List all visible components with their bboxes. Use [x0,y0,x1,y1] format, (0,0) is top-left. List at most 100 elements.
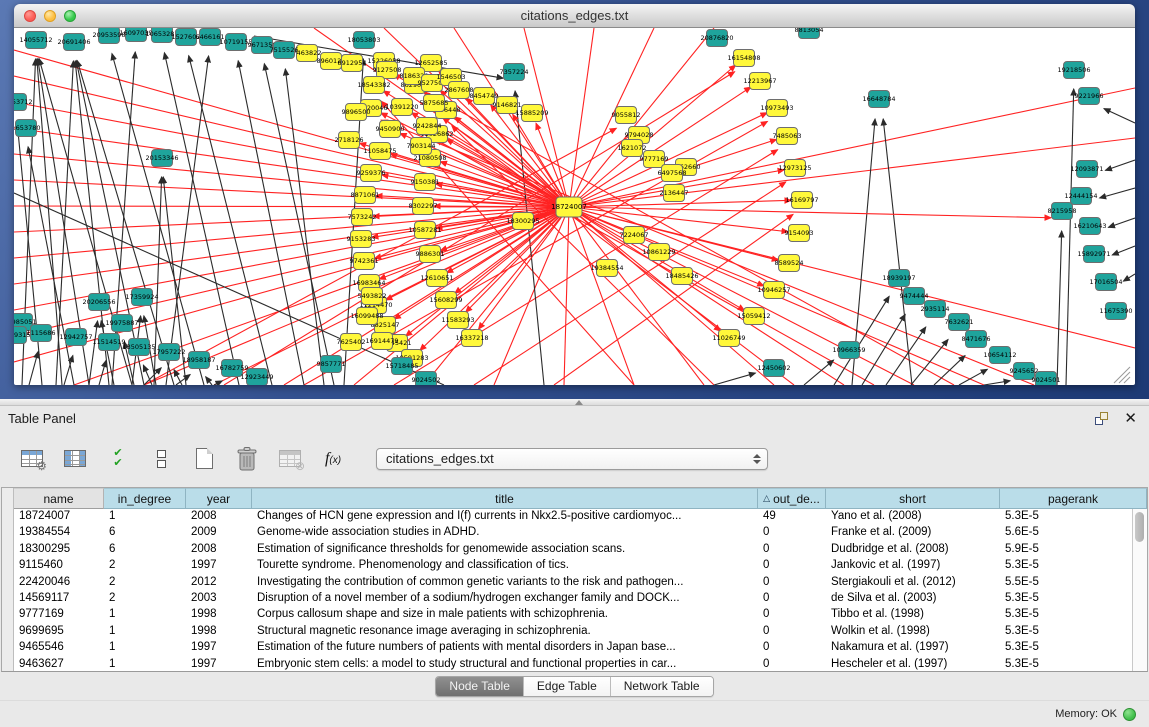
graph-node[interactable]: 12213967 [743,73,776,90]
graph-edge[interactable] [959,369,987,385]
graph-edge[interactable] [1066,89,1074,385]
graph-node[interactable]: 16648784 [862,91,895,108]
graph-edge[interactable] [436,139,874,385]
graph-edge[interactable] [99,361,106,385]
graph-node[interactable]: 16210643 [1073,218,1106,235]
column-header-in_degree[interactable]: in_degree [104,488,186,509]
tab-node-table[interactable]: Node Table [436,677,523,696]
graph-edge[interactable] [984,381,1010,385]
graph-node[interactable]: 1621072 [618,140,647,157]
graph-node[interactable]: 9055812 [612,107,641,124]
network-window-titlebar[interactable]: citations_edges.txt [14,4,1135,28]
splitter-handle-icon[interactable] [575,400,583,405]
graph-edge[interactable] [569,138,1135,207]
graph-node[interactable]: 15892971 [1077,246,1110,263]
delete-table-button[interactable]: ⊗ [276,445,304,473]
graph-node[interactable]: 9259376 [357,165,386,182]
column-header-pagerank[interactable]: pagerank [1000,488,1147,509]
graph-node[interactable]: 9450900 [376,121,405,138]
resize-grip-icon[interactable] [1124,377,1130,383]
graph-node[interactable]: 18485426 [665,268,698,285]
graph-node[interactable]: 2136447 [660,185,689,202]
graph-node[interactable]: 15059412 [737,308,770,325]
graph-node[interactable]: 1115686 [27,325,56,342]
graph-edge[interactable] [17,121,42,385]
graph-node[interactable]: 18939197 [882,270,915,287]
scrollbar-thumb[interactable] [1135,512,1144,542]
graph-node[interactable]: 18958187 [182,352,215,369]
graph-edge[interactable] [214,381,222,385]
graph-node[interactable]: 7515526 [270,42,299,59]
graph-edge[interactable] [1123,274,1135,281]
graph-edge[interactable] [1112,246,1135,255]
close-panel-icon[interactable]: ✕ [1124,411,1137,426]
graph-edge[interactable] [804,360,834,385]
show-columns-button[interactable] [61,445,89,473]
graph-node[interactable]: 8589524 [775,255,804,272]
graph-node[interactable]: 19218506 [1057,62,1090,79]
graph-node[interactable]: 6497568 [658,165,687,182]
graph-edge[interactable] [264,64,334,385]
graph-node[interactable]: 7573242 [348,209,377,226]
network-canvas[interactable]: 1265258586290231039122094509001105847592… [14,28,1135,385]
table-row[interactable]: 2242004622012Investigating the contribut… [2,575,1147,591]
table-row[interactable]: 977716911998Corpus callosum shape and si… [2,607,1147,623]
graph-node[interactable]: 9896500 [342,104,371,121]
graph-edge[interactable] [14,207,569,258]
graph-node[interactable]: 9150381 [411,174,440,191]
table-row[interactable]: 1456911722003Disruption of a novel membe… [2,591,1147,607]
graph-node[interactable]: 16169797 [785,192,818,209]
graph-node[interactable]: 12444154 [1064,188,1097,205]
table-row[interactable]: 1872400712008Changes of HCN gene express… [2,509,1147,525]
graph-node[interactable]: 11675390 [1099,303,1132,320]
table-row[interactable]: 911546021997Tourette syndrome. Phenomeno… [2,558,1147,574]
table-vertical-scrollbar[interactable] [1132,509,1147,671]
graph-node[interactable]: 2718126 [335,132,364,149]
graph-node[interactable]: 8871061 [351,187,380,204]
graph-node[interactable]: 17957222 [152,344,185,361]
graph-node[interactable]: 7485063 [773,128,802,145]
graph-edge[interactable] [189,56,272,385]
graph-node[interactable]: 2935114 [921,301,950,318]
column-header-short[interactable]: short [826,488,1000,509]
graph-edge[interactable] [144,368,161,385]
graph-edge[interactable] [285,69,324,385]
graph-node[interactable]: 12093871 [1070,161,1103,178]
graph-node[interactable]: 7632621 [945,314,974,331]
table-mode-button[interactable]: ⚙ [18,445,46,473]
graph-edge[interactable] [174,370,182,385]
graph-edge[interactable] [569,207,774,385]
graph-node[interactable]: 7903144 [407,138,436,155]
graph-edge[interactable] [1108,218,1135,227]
graph-node[interactable]: 9153283 [347,231,376,248]
graph-edge[interactable] [883,119,912,385]
table-row[interactable]: 946362711997Embryonic stem cells: a mode… [2,657,1147,671]
graph-node[interactable]: 10654112 [983,347,1016,364]
tab-edge-table[interactable]: Edge Table [523,677,610,696]
graph-edge[interactable] [176,375,190,385]
float-panel-icon[interactable] [1095,412,1108,425]
graph-node[interactable]: 15608299 [429,292,462,309]
graph-node[interactable]: 5875685 [420,95,449,112]
graph-node[interactable]: 12450602 [757,360,790,377]
graph-node[interactable]: 10391220 [385,99,418,116]
table-row[interactable]: 1938455462009Genome-wide association stu… [2,525,1147,541]
table-row[interactable]: 946554611997Estimation of the future num… [2,640,1147,656]
graph-edge[interactable] [238,61,304,385]
graph-edge[interactable] [934,356,965,385]
graph-edge[interactable] [569,88,1135,207]
panel-splitter[interactable] [0,399,1149,406]
graph-node[interactable]: 17016504 [1089,274,1122,291]
graph-edge[interactable] [14,180,569,207]
graph-node[interactable]: 9857771 [317,356,346,373]
graph-edge[interactable] [554,214,793,385]
graph-node[interactable]: 7625402 [337,334,366,351]
graph-node[interactable]: 9154093 [785,225,814,242]
graph-node[interactable]: 9742361 [350,253,379,270]
graph-node[interactable]: 8912954 [338,55,367,72]
select-columns-button[interactable]: ✔✔ [104,445,132,473]
graph-node[interactable]: 9474444 [900,288,929,305]
graph-node[interactable]: 9221966 [1075,88,1104,105]
graph-node[interactable]: 20691406 [57,34,90,51]
graph-node[interactable]: 12942757 [59,329,92,346]
